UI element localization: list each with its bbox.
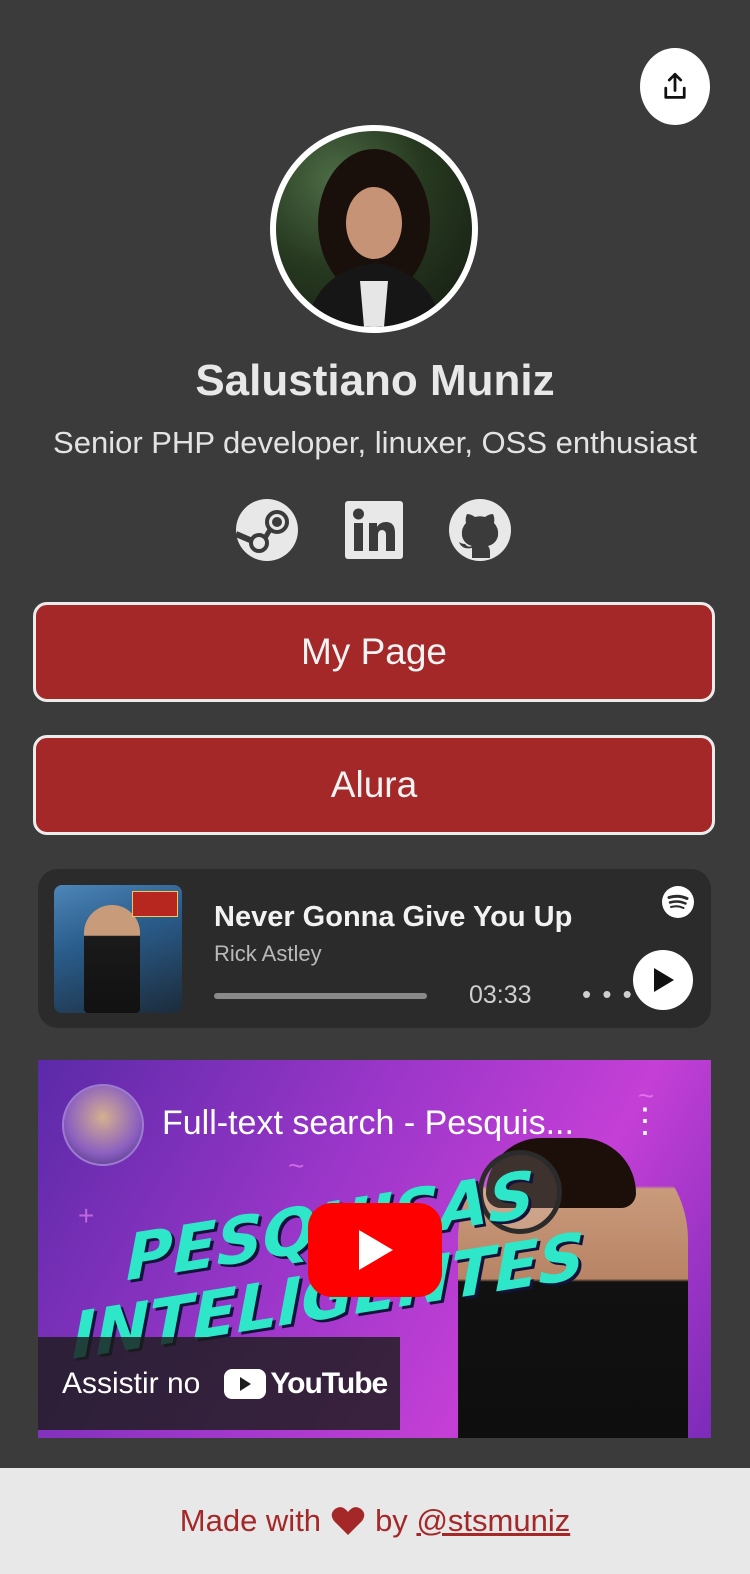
github-icon — [449, 499, 511, 561]
track-duration: 03:33 — [469, 981, 532, 1009]
decoration: ~ — [288, 1150, 305, 1181]
progress-bar[interactable] — [214, 993, 427, 999]
youtube-play-icon — [224, 1368, 267, 1399]
play-icon — [654, 968, 674, 992]
footer-made-with: Made with — [179, 1503, 322, 1538]
steam-link[interactable] — [235, 498, 299, 562]
youtube-logo: YouTube — [224, 1366, 388, 1401]
heart-icon — [331, 1506, 365, 1536]
spotify-icon[interactable] — [662, 886, 694, 918]
avatar-photo — [276, 131, 472, 327]
my-page-button[interactable]: My Page — [33, 602, 715, 702]
more-options-icon[interactable]: • • • — [582, 979, 634, 1010]
video-title[interactable]: Full-text search - Pesquis... — [162, 1104, 574, 1143]
track-artist[interactable]: Rick Astley — [214, 941, 322, 967]
github-link[interactable] — [448, 498, 512, 562]
youtube-play-button[interactable] — [308, 1203, 442, 1297]
album-cover — [54, 885, 182, 1013]
play-icon — [359, 1230, 393, 1270]
track-title: Never Gonna Give You Up — [214, 901, 573, 933]
steam-icon — [235, 499, 298, 561]
profile-bio: Senior PHP developer, linuxer, OSS enthu… — [53, 425, 697, 460]
linkedin-link[interactable] — [342, 498, 406, 562]
decoration: + — [78, 1200, 95, 1231]
watch-on-youtube-button[interactable]: Assistir no YouTube — [38, 1337, 400, 1430]
avatar — [270, 125, 478, 333]
youtube-wordmark: YouTube — [270, 1366, 388, 1400]
alura-button[interactable]: Alura — [33, 735, 715, 835]
footer-by: by — [375, 1503, 408, 1538]
play-button[interactable] — [633, 950, 693, 1010]
spotify-embed[interactable]: Never Gonna Give You Up Rick Astley 03:3… — [38, 869, 711, 1028]
youtube-embed[interactable]: + ~ ~ ~ PESQUISAS INTELIGENTES Full-text… — [38, 1060, 711, 1438]
footer-handle-link[interactable]: @stsmuniz — [416, 1503, 570, 1539]
kebab-menu-icon[interactable]: ⋮ — [628, 1104, 662, 1138]
profile-name: Salustiano Muniz — [195, 356, 555, 405]
share-icon — [664, 72, 686, 99]
watch-label: Assistir no — [62, 1366, 201, 1400]
share-button[interactable] — [640, 48, 710, 125]
channel-avatar[interactable] — [62, 1084, 144, 1166]
social-links — [0, 498, 750, 564]
footer: Made with by @stsmuniz — [0, 1468, 750, 1574]
linkedin-icon — [345, 501, 403, 559]
